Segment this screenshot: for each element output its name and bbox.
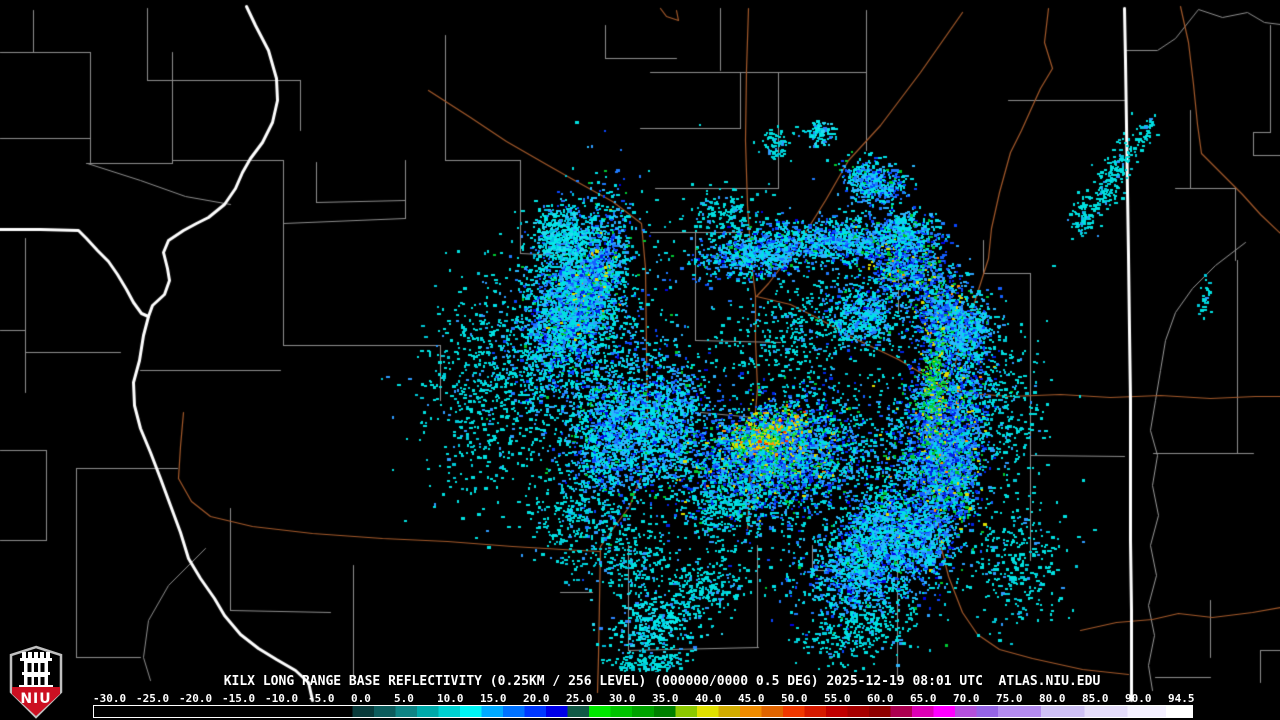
colorbar-tick-label: 70.0: [953, 692, 980, 705]
colorbar-tick-label: -15.0: [222, 692, 255, 705]
radar-viewer: KILX LONG RANGE BASE REFLECTIVITY (0.25K…: [0, 0, 1280, 720]
colorbar-tick-label: 75.0: [996, 692, 1023, 705]
colorbar-tick-label: 55.0: [824, 692, 851, 705]
colorbar-tick-label: 40.0: [695, 692, 722, 705]
colorbar-tick-label: 30.0: [609, 692, 636, 705]
colorbar-tick-labels: -30.0 -25.0 -20.0 -15.0 -10.0 -5.0 0.0 5.0 10.0 1…: [0, 692, 1280, 704]
reflectivity-colorbar: [93, 705, 1193, 718]
colorbar-tick-label: 25.0: [566, 692, 593, 705]
niu-logo-text: NIU: [20, 691, 51, 707]
colorbar-tick-label: 60.0: [867, 692, 894, 705]
colorbar-tick-label: 20.0: [523, 692, 550, 705]
niu-castle-icon: [19, 652, 53, 687]
colorbar-tick-label: 85.0: [1082, 692, 1109, 705]
colorbar-tick-label: -25.0: [136, 692, 169, 705]
colorbar-tick-label: 94.5: [1168, 692, 1195, 705]
radar-map-canvas: [0, 0, 1280, 720]
colorbar-tick-label: 50.0: [781, 692, 808, 705]
colorbar-tick-label: -30.0: [93, 692, 126, 705]
colorbar-tick-label: 90.0: [1125, 692, 1152, 705]
colorbar-tick-label: 35.0: [652, 692, 679, 705]
colorbar-tick-label: -5.0: [308, 692, 335, 705]
colorbar-tick-label: -20.0: [179, 692, 212, 705]
colorbar-tick-label: 0.0: [351, 692, 371, 705]
colorbar-tick-label: 80.0: [1039, 692, 1066, 705]
niu-logo: NIU: [8, 645, 64, 719]
colorbar-tick-label: 65.0: [910, 692, 937, 705]
colorbar-tick-label: 15.0: [480, 692, 507, 705]
colorbar-tick-label: 10.0: [437, 692, 464, 705]
colorbar-tick-label: -10.0: [265, 692, 298, 705]
colorbar-tick-label: 45.0: [738, 692, 765, 705]
radar-product-title: KILX LONG RANGE BASE REFLECTIVITY (0.25K…: [224, 674, 1101, 689]
colorbar-tick-label: 5.0: [394, 692, 414, 705]
